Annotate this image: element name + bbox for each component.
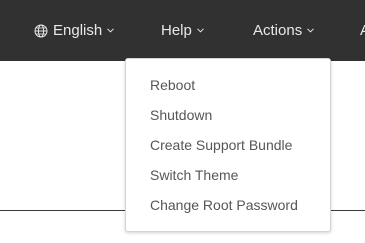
menu-item-change-root-password[interactable]: Change Root Password [150, 194, 298, 216]
menu-item-shutdown[interactable]: Shutdown [150, 104, 212, 126]
actions-menu-label: Actions [253, 22, 303, 39]
top-navigation-bar: English Help Actions A [0, 0, 365, 61]
chevron-down-icon [107, 28, 115, 33]
help-menu-label: Help [161, 22, 192, 39]
language-menu-label: English [53, 22, 103, 39]
chevron-down-icon [197, 28, 204, 33]
menu-item-reboot[interactable]: Reboot [150, 74, 195, 96]
language-menu-button[interactable]: English [34, 0, 115, 61]
nav-item-cut-off-label: A [360, 22, 365, 39]
help-menu-button[interactable]: Help [161, 0, 204, 61]
chevron-down-icon [307, 28, 315, 33]
menu-item-create-support-bundle[interactable]: Create Support Bundle [150, 134, 292, 156]
actions-menu-button[interactable]: Actions [253, 0, 315, 61]
nav-item-cut-off[interactable]: A [360, 0, 365, 61]
menu-item-switch-theme[interactable]: Switch Theme [150, 164, 238, 186]
actions-dropdown-menu: Reboot Shutdown Create Support Bundle Sw… [125, 58, 331, 232]
globe-icon [34, 24, 48, 37]
